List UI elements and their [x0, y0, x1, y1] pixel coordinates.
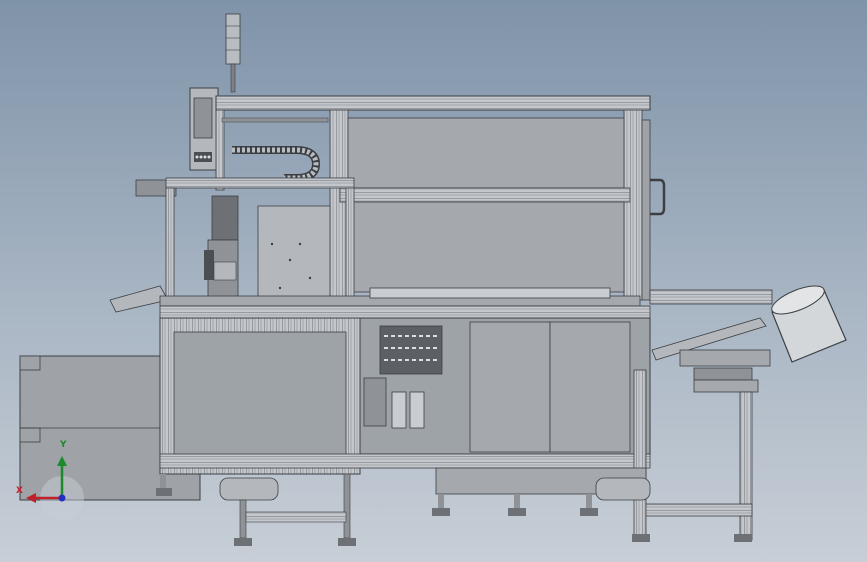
mounting-plate: [257, 205, 331, 311]
axis-y-label: Y: [60, 440, 67, 450]
feeder-tray: [109, 285, 169, 313]
z-axis-module: [204, 195, 239, 301]
cable-chain: [221, 117, 329, 182]
terminal-block: [379, 325, 443, 375]
hmi-panel: [189, 87, 219, 171]
linear-conveyor: [633, 289, 773, 541]
cad-viewport[interactable]: Y X: [0, 0, 867, 562]
vibratory-bowl-feeder: [771, 285, 847, 363]
signal-tower: [225, 13, 241, 93]
machine-assembly-drawing: [19, 13, 847, 546]
axis-x-label: X: [16, 486, 23, 496]
